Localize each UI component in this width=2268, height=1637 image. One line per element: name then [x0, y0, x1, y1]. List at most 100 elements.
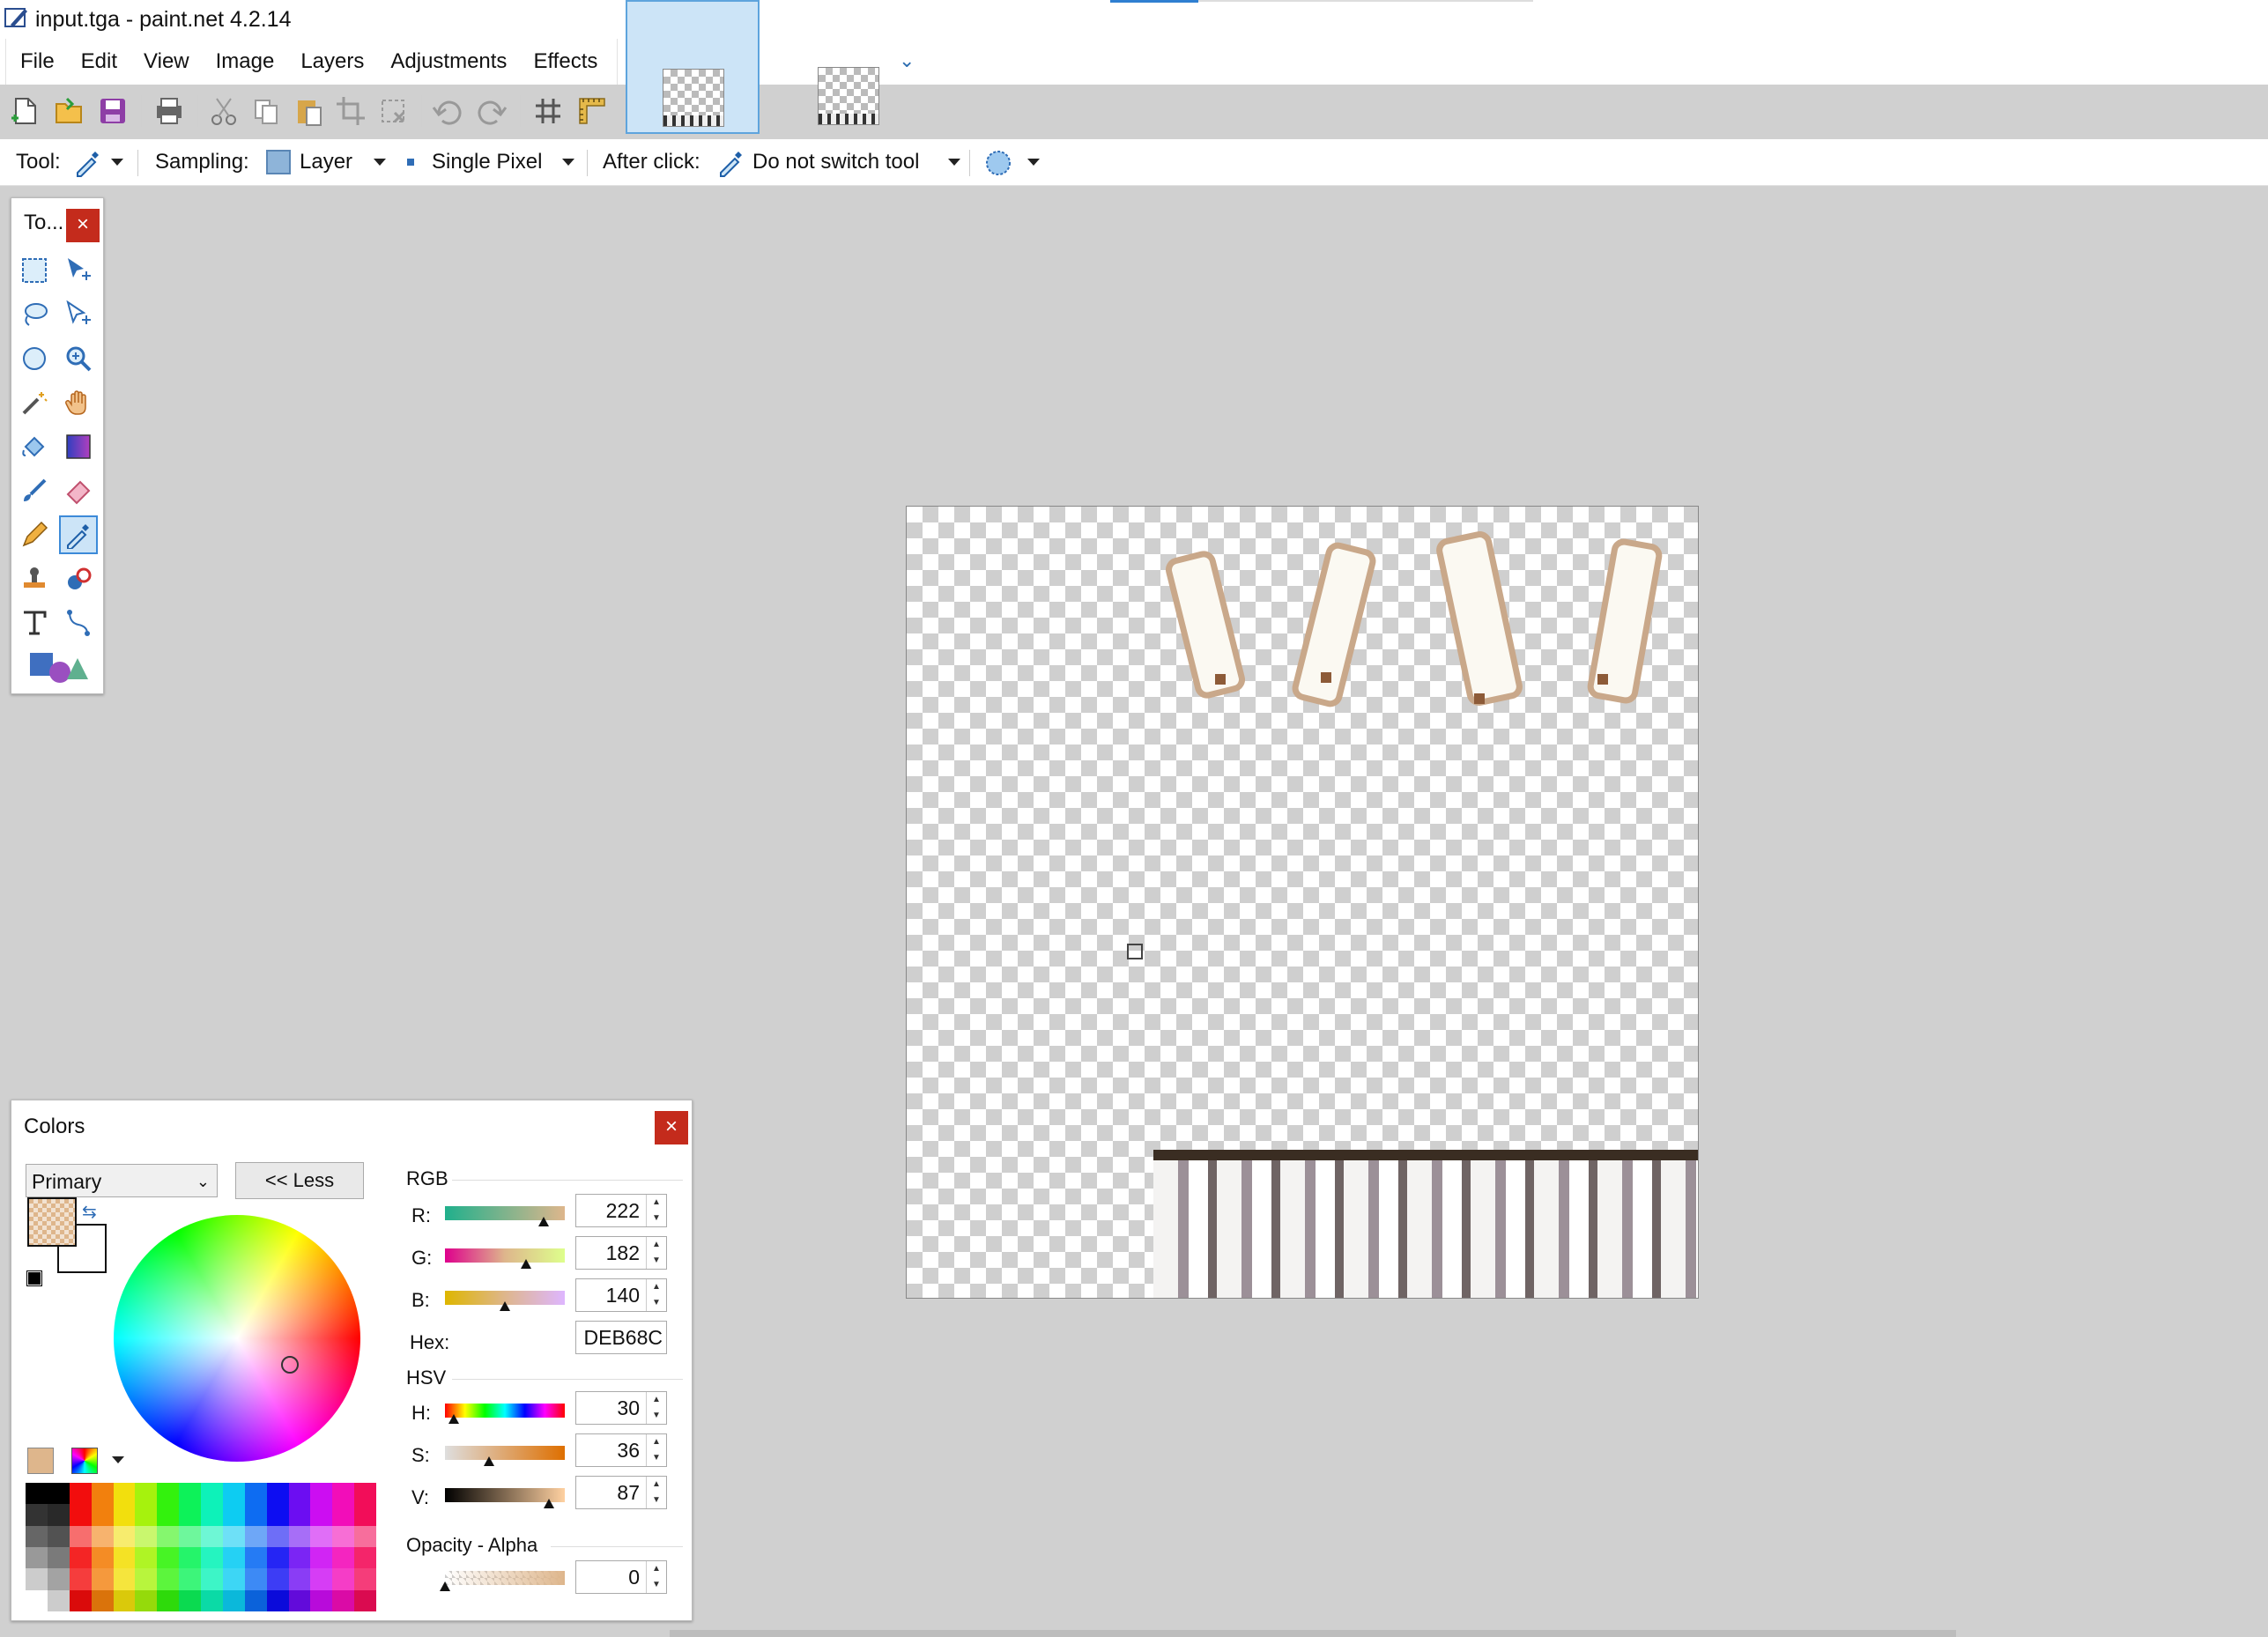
swap-colors-icon[interactable]: ⇆ [82, 1201, 97, 1223]
rectangle-select-tool-icon[interactable] [15, 251, 54, 290]
palette-swatch[interactable] [69, 1525, 92, 1547]
palette-swatch[interactable] [222, 1568, 245, 1590]
antialiasing-dropdown-arrow[interactable] [1027, 159, 1040, 166]
palette-swatch[interactable] [69, 1589, 92, 1611]
palette-swatch[interactable] [47, 1504, 70, 1526]
color-picker-tool-icon[interactable] [72, 148, 102, 178]
palette-swatch[interactable] [354, 1589, 376, 1611]
reset-colors-icon[interactable] [26, 1270, 42, 1286]
palette-swatch[interactable] [244, 1525, 267, 1547]
palette-swatch[interactable] [69, 1483, 92, 1505]
zoom-tool-icon[interactable] [59, 339, 98, 378]
add-to-palette-icon[interactable] [27, 1448, 54, 1474]
palette-swatch[interactable] [332, 1547, 355, 1569]
palette-swatch[interactable] [266, 1483, 289, 1505]
palette-swatch[interactable] [26, 1525, 48, 1547]
text-tool-icon[interactable] [15, 604, 54, 642]
palette-swatch[interactable] [47, 1483, 70, 1505]
palette-swatch[interactable] [179, 1525, 201, 1547]
palette-swatch[interactable] [222, 1547, 245, 1569]
palette-swatch[interactable] [354, 1568, 376, 1590]
h-slider[interactable] [445, 1404, 565, 1424]
palette-swatch[interactable] [201, 1568, 223, 1590]
palette-swatch[interactable] [288, 1504, 311, 1526]
antialiasing-icon[interactable] [983, 148, 1013, 178]
palette-swatch[interactable] [69, 1568, 92, 1590]
palette-swatch[interactable] [26, 1483, 48, 1505]
less-button[interactable]: << Less [235, 1162, 364, 1199]
palette-swatch[interactable] [157, 1504, 180, 1526]
colors-close-button[interactable]: × [655, 1111, 688, 1144]
clone-stamp-tool-icon[interactable] [15, 559, 54, 598]
ruler-icon[interactable] [574, 93, 610, 129]
color-wheel[interactable] [114, 1215, 360, 1462]
palette-swatch[interactable] [244, 1568, 267, 1590]
palette-swatch[interactable] [157, 1589, 180, 1611]
palette-swatch[interactable] [288, 1547, 311, 1569]
palette-swatch[interactable] [332, 1483, 355, 1505]
r-input[interactable]: 222 ▲ ▼ [575, 1194, 667, 1227]
palette-swatch[interactable] [201, 1483, 223, 1505]
shapes-tool-icon[interactable] [24, 648, 94, 686]
palette-swatch[interactable] [266, 1589, 289, 1611]
pixel-sampling-value[interactable]: Single Pixel [432, 139, 542, 185]
tools-close-button[interactable]: × [66, 209, 100, 242]
palette-swatch[interactable] [91, 1568, 114, 1590]
save-icon[interactable] [95, 93, 130, 129]
palette-swatch[interactable] [47, 1525, 70, 1547]
cut-icon[interactable] [206, 93, 241, 129]
new-icon[interactable] [7, 93, 42, 129]
palette-swatch[interactable] [26, 1504, 48, 1526]
palette-swatch[interactable] [26, 1568, 48, 1590]
gradient-tool-icon[interactable] [59, 427, 98, 466]
sampling-dropdown-arrow[interactable] [374, 159, 386, 166]
hex-input[interactable]: DEB68C [575, 1321, 667, 1354]
palette-swatch[interactable] [354, 1525, 376, 1547]
eraser-tool-icon[interactable] [59, 471, 98, 510]
palette-swatch[interactable] [222, 1483, 245, 1505]
open-icon[interactable] [51, 93, 86, 129]
palette-swatch[interactable] [288, 1568, 311, 1590]
palette-swatch[interactable] [113, 1525, 136, 1547]
g-slider[interactable] [445, 1248, 565, 1269]
palette-swatch[interactable] [113, 1589, 136, 1611]
palette-swatch[interactable] [91, 1525, 114, 1547]
v-input[interactable]: 87 ▲ ▼ [575, 1476, 667, 1509]
print-icon[interactable] [152, 93, 187, 129]
palette-swatch[interactable] [26, 1547, 48, 1569]
h-input[interactable]: 30 ▲ ▼ [575, 1391, 667, 1425]
palette-swatch[interactable] [157, 1547, 180, 1569]
palette-swatch[interactable] [91, 1589, 114, 1611]
image-canvas[interactable] [906, 506, 1699, 1299]
palette-swatch[interactable] [47, 1547, 70, 1569]
copy-icon[interactable] [248, 93, 284, 129]
palette-swatch[interactable] [266, 1525, 289, 1547]
palette-swatch[interactable] [288, 1483, 311, 1505]
palette-swatch[interactable] [157, 1568, 180, 1590]
deselect-icon[interactable] [375, 93, 411, 129]
palette-swatch[interactable] [135, 1525, 158, 1547]
redo-icon[interactable] [474, 93, 509, 129]
b-input[interactable]: 140 ▲ ▼ [575, 1278, 667, 1312]
palette-swatch[interactable] [310, 1589, 333, 1611]
sampling-value[interactable]: Layer [300, 139, 352, 185]
palette-swatch[interactable] [201, 1589, 223, 1611]
alpha-input[interactable]: 0 ▲ ▼ [575, 1560, 667, 1594]
palette-swatch[interactable] [266, 1568, 289, 1590]
palette-swatch[interactable] [244, 1589, 267, 1611]
palette-swatch[interactable] [91, 1547, 114, 1569]
palette-swatch[interactable] [179, 1504, 201, 1526]
crop-icon[interactable] [333, 93, 368, 129]
paintbrush-tool-icon[interactable] [15, 471, 54, 510]
palette-swatch[interactable] [310, 1483, 333, 1505]
palette-swatch[interactable] [179, 1547, 201, 1569]
s-slider[interactable] [445, 1446, 565, 1466]
lasso-select-tool-icon[interactable] [15, 295, 54, 334]
r-slider[interactable] [445, 1206, 565, 1226]
paste-icon[interactable] [291, 93, 326, 129]
palette-swatch[interactable] [69, 1547, 92, 1569]
palette-swatch[interactable] [179, 1483, 201, 1505]
palette-swatch[interactable] [135, 1589, 158, 1611]
palette-swatch[interactable] [47, 1568, 70, 1590]
palette-swatch[interactable] [69, 1504, 92, 1526]
